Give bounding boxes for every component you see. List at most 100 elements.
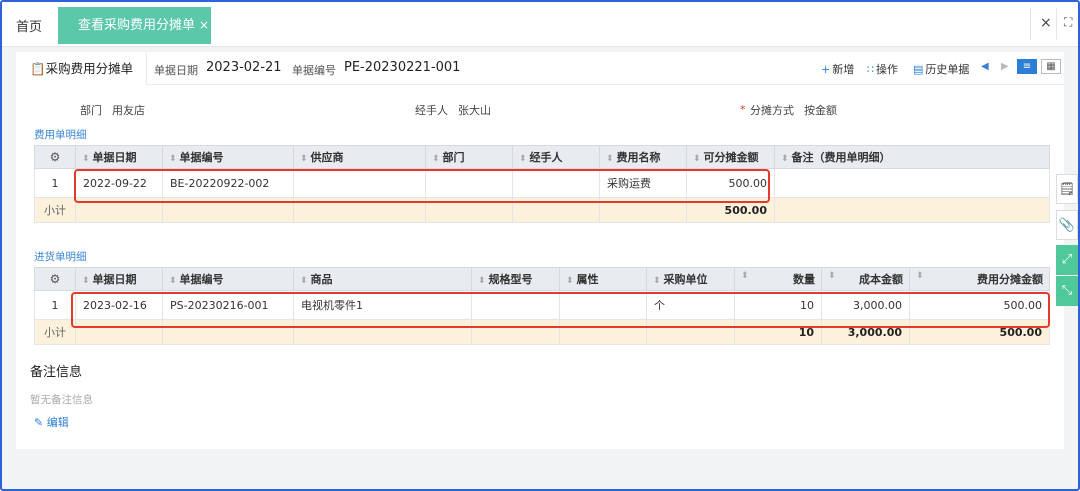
column-header[interactable]: ⬍ 经手人	[512, 145, 600, 169]
sort-icon: ⬍	[300, 154, 308, 164]
cell-product: 电视机零件1	[293, 290, 472, 320]
divider	[1056, 8, 1057, 40]
cell-attr	[559, 290, 647, 320]
sort-icon: ⬍	[653, 276, 661, 286]
column-header-label: 备注（费用单明细）	[791, 151, 891, 164]
list-view-icon[interactable]: ≡	[1017, 59, 1037, 74]
column-header[interactable]: ⬍ 数量	[734, 267, 822, 291]
collapse-icon[interactable]: ⤡	[1056, 276, 1078, 306]
fullscreen-icon[interactable]: ⛶	[1064, 15, 1072, 30]
add-button[interactable]: + 新增	[821, 61, 854, 77]
doc-panel-icon[interactable]: 🗒	[1056, 174, 1078, 204]
column-header[interactable]: ⬍ 可分摊金额	[686, 145, 775, 169]
row-index: 1	[34, 168, 76, 198]
column-header[interactable]: ⬍ 费用名称	[599, 145, 687, 169]
tab-home[interactable]: 首页	[16, 16, 42, 35]
history-icon: ▤	[913, 63, 924, 76]
close-all-icon[interactable]: ×	[1040, 15, 1052, 31]
column-header[interactable]: ⬍ 单据编号	[162, 145, 294, 169]
remark-title: 备注信息	[30, 365, 83, 380]
doc-type-tab[interactable]: 📋采购费用分摊单	[16, 52, 148, 85]
cell-qty: 10	[734, 290, 822, 320]
subtotal-cost: 3,000.00	[821, 319, 910, 345]
next-record-icon[interactable]: ▶	[1001, 61, 1009, 72]
operate-label: 操作	[876, 63, 898, 76]
divider	[1030, 8, 1031, 40]
edit-remark-button[interactable]: ✎ 编辑	[34, 414, 69, 430]
column-header[interactable]: ⬍ 部门	[425, 145, 513, 169]
subtotal-cell	[425, 197, 513, 223]
handler-label: 经手人	[415, 104, 448, 117]
column-header-label: 采购单位	[663, 273, 708, 286]
subtotal-cell	[162, 197, 294, 223]
subtotal-label: 小计	[34, 197, 76, 223]
dept-label: 部门	[80, 104, 102, 117]
table-row[interactable]: 1 2023-02-16 PS-20230216-001 电视机零件1 个 10…	[34, 290, 1050, 320]
sort-icon: ⬍	[566, 276, 574, 286]
tab-close-icon[interactable]: ×	[199, 18, 209, 32]
sort-icon: ⬍	[606, 154, 614, 164]
handler-value: 张大山	[458, 104, 491, 117]
sort-icon: ⬍	[781, 154, 789, 164]
column-header-label: 数量	[793, 273, 815, 286]
column-header[interactable]: ⬍ 单据日期	[75, 267, 163, 291]
purchase-section-title: 进货单明细	[34, 251, 87, 263]
column-header-label: 规格型号	[488, 273, 533, 286]
subtotal-amount: 500.00	[686, 197, 775, 223]
date-value: 2023-02-21	[206, 60, 282, 75]
history-button[interactable]: ▤ 历史单据	[913, 61, 969, 77]
cell-alloc: 500.00	[909, 290, 1050, 320]
detail-view-icon[interactable]: ▦	[1041, 59, 1061, 74]
required-mark: *	[740, 103, 746, 116]
expand-icon[interactable]: ⤢	[1056, 245, 1078, 275]
column-header-label: 单据编号	[179, 151, 224, 164]
purchase-header-row: ⚙ ⬍ 单据日期 ⬍ 单据编号 ⬍ 商品 ⬍ 规格型号 ⬍ 属性 ⬍ 采购单位 ⬍ 数量 ⬍ 成…	[34, 267, 1050, 291]
tab-view-expense-allocation[interactable]: 查看采购费用分摊单 ×	[58, 7, 211, 44]
column-header[interactable]: ⬍ 单据编号	[162, 267, 294, 291]
column-header-label: 单据日期	[92, 151, 137, 164]
column-header[interactable]: ⬍ 商品	[293, 267, 472, 291]
column-header-label: 费用名称	[616, 151, 661, 164]
cell-doc-no: PS-20230216-001	[162, 290, 294, 320]
cell-cost: 3,000.00	[821, 290, 910, 320]
subtotal-cell	[293, 319, 472, 345]
column-header[interactable]: ⬍ 供应商	[293, 145, 426, 169]
remark-empty-text: 暂无备注信息	[30, 394, 93, 406]
column-header[interactable]: ⬍ 采购单位	[646, 267, 735, 291]
subtotal-cell	[774, 197, 1050, 223]
attachment-icon[interactable]: 📎	[1056, 210, 1078, 240]
document-icon: 📋	[30, 61, 46, 76]
operate-button[interactable]: ∷ 操作	[867, 61, 898, 77]
column-settings[interactable]: ⚙	[34, 145, 76, 169]
sort-icon: ⬍	[169, 154, 177, 164]
subtotal-cell	[599, 197, 687, 223]
cell-amount: 500.00	[686, 168, 775, 198]
subtotal-cell	[512, 197, 600, 223]
subtotal-cell	[75, 197, 163, 223]
column-header-label: 属性	[576, 273, 599, 286]
column-header[interactable]: ⬍ 单据日期	[75, 145, 163, 169]
sort-icon: ⬍	[300, 276, 308, 286]
column-header[interactable]: ⬍ 规格型号	[471, 267, 560, 291]
column-settings[interactable]: ⚙	[34, 267, 76, 291]
column-header[interactable]: ⬍ 费用分摊金额	[909, 267, 1050, 291]
prev-record-icon[interactable]: ◀	[981, 61, 989, 72]
expense-table: ⚙ ⬍ 单据日期 ⬍ 单据编号 ⬍ 供应商 ⬍ 部门 ⬍ 经手人 ⬍ 费用名称 ⬍ 可分摊金额…	[34, 145, 1050, 223]
column-header-label: 成本金额	[859, 273, 903, 286]
column-header-label: 单据日期	[92, 273, 137, 286]
column-header[interactable]: ⬍ 备注（费用单明细）	[774, 145, 1050, 169]
expense-header-row: ⚙ ⬍ 单据日期 ⬍ 单据编号 ⬍ 供应商 ⬍ 部门 ⬍ 经手人 ⬍ 费用名称 ⬍ 可分摊金额…	[34, 145, 1050, 169]
sort-icon: ⬍	[519, 154, 527, 164]
edit-icon: ✎	[34, 416, 44, 429]
app-window: 首页 查看采购费用分摊单 × × ⛶ 📋采购费用分摊单 单据日期 2023-02-…	[0, 0, 1080, 491]
column-header[interactable]: ⬍ 属性	[559, 267, 647, 291]
subtotal-row: 小计 10 3,000.00 500.00	[34, 319, 1050, 345]
subtotal-row: 小计 500.00	[34, 197, 1050, 223]
subtotal-label: 小计	[34, 319, 76, 345]
cell-doc-no: BE-20220922-002	[162, 168, 294, 198]
cell-spec	[471, 290, 560, 320]
table-row[interactable]: 1 2022-09-22 BE-20220922-002 采购运费 500.00	[34, 168, 1050, 198]
column-header[interactable]: ⬍ 成本金额	[821, 267, 910, 291]
document-panel: 📋采购费用分摊单 单据日期 2023-02-21 单据编号 PE-2023022…	[16, 52, 1064, 449]
alloc-method-label: 分摊方式	[750, 104, 794, 117]
